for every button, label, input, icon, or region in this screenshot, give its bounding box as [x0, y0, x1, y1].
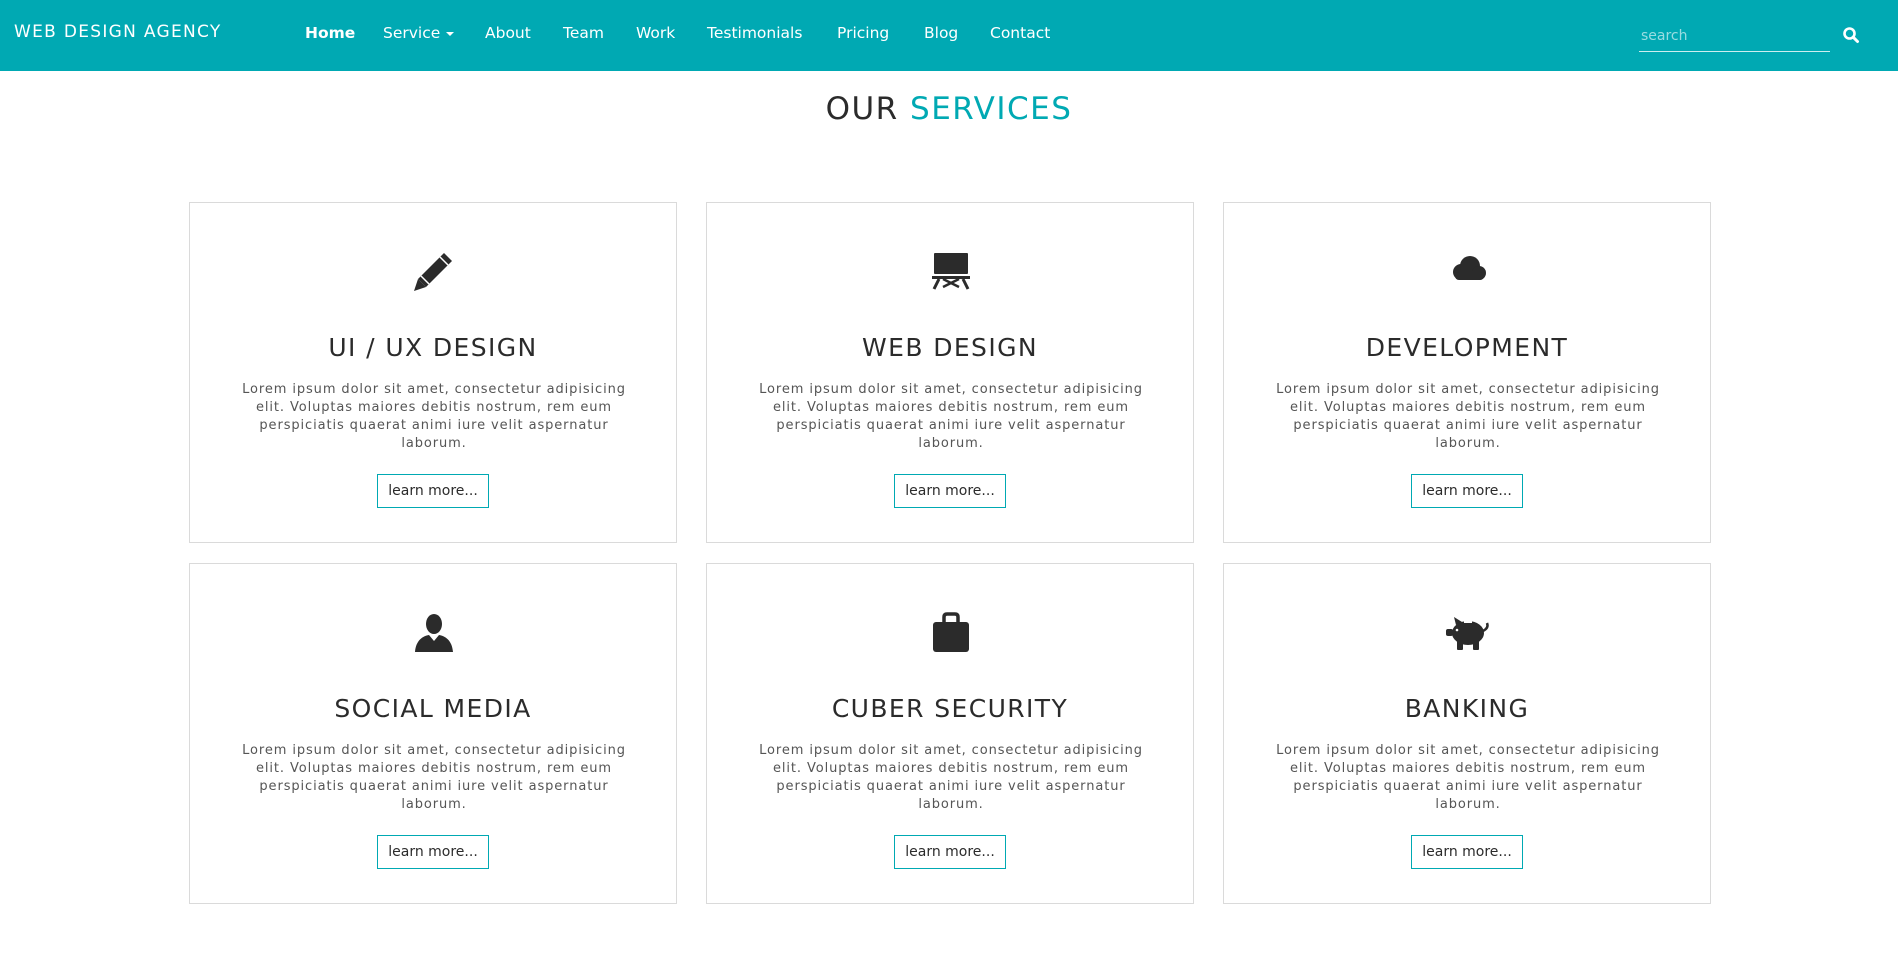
search-input[interactable] — [1639, 20, 1830, 52]
service-card-title: CUBER SECURITY — [831, 694, 1069, 723]
nav-item-home[interactable]: Home — [305, 24, 355, 42]
nav-item-label: Pricing — [837, 24, 890, 42]
nav-item-about[interactable]: About — [485, 24, 531, 42]
nav-item-label: Testimonials — [707, 24, 803, 42]
nav-item-label: Blog — [924, 24, 959, 42]
blackboard-icon — [925, 245, 977, 297]
service-card-title: BANKING — [1404, 694, 1530, 723]
learn-more-button[interactable]: learn more... — [894, 474, 1006, 508]
service-card-title: DEVELOPMENT — [1365, 333, 1569, 362]
section-title-accent: SERVICES — [910, 91, 1073, 127]
pencil-icon — [408, 245, 460, 297]
service-card-text: Lorem ipsum dolor sit amet, consectetur … — [242, 382, 626, 451]
service-card-social-media: SOCIAL MEDIA Lorem ipsum dolor sit amet,… — [189, 563, 677, 904]
learn-more-button[interactable]: learn more... — [377, 835, 489, 869]
search-icon[interactable] — [1842, 26, 1860, 44]
service-card-ui-ux-design: UI / UX DESIGN Lorem ipsum dolor sit ame… — [189, 202, 677, 543]
nav-item-label: Team — [563, 24, 604, 42]
brand-logo[interactable]: WEB DESIGN AGENCY — [14, 22, 222, 42]
nav-item-label: Service — [383, 24, 441, 42]
briefcase-icon — [925, 606, 977, 658]
service-card-web-design: WEB DESIGN Lorem ipsum dolor sit amet, c… — [706, 202, 1194, 543]
piggy-bank-icon — [1442, 606, 1494, 658]
caret-down-icon — [446, 31, 455, 36]
cloud-icon — [1442, 245, 1494, 297]
section-title: OUR SERVICES — [0, 91, 1898, 127]
service-card-banking: BANKING Lorem ipsum dolor sit amet, cons… — [1223, 563, 1711, 904]
top-navbar: WEB DESIGN AGENCY Home Service About Tea… — [0, 0, 1898, 71]
nav-item-service[interactable]: Service — [383, 24, 455, 42]
service-card-title: SOCIAL MEDIA — [334, 694, 532, 723]
nav-item-blog[interactable]: Blog — [924, 24, 958, 42]
learn-more-button[interactable]: learn more... — [1411, 835, 1523, 869]
learn-more-button[interactable]: learn more... — [377, 474, 489, 508]
user-icon — [408, 606, 460, 658]
nav-item-label: Work — [636, 24, 676, 42]
service-card-title: WEB DESIGN — [862, 333, 1038, 362]
learn-more-button[interactable]: learn more... — [894, 835, 1006, 869]
nav-item-label: About — [485, 24, 531, 42]
service-card-title: UI / UX DESIGN — [328, 333, 538, 362]
service-card-text: Lorem ipsum dolor sit amet, consectetur … — [242, 743, 626, 812]
service-card-text: Lorem ipsum dolor sit amet, consectetur … — [1276, 743, 1660, 812]
nav-item-contact[interactable]: Contact — [990, 24, 1050, 42]
service-card-cuber-security: CUBER SECURITY Lorem ipsum dolor sit ame… — [706, 563, 1194, 904]
nav-item-work[interactable]: Work — [636, 24, 675, 42]
nav-item-testimonials[interactable]: Testimonials — [707, 24, 802, 42]
learn-more-button[interactable]: learn more... — [1411, 474, 1523, 508]
service-card-development: DEVELOPMENT Lorem ipsum dolor sit amet, … — [1223, 202, 1711, 543]
service-card-text: Lorem ipsum dolor sit amet, consectetur … — [759, 743, 1143, 812]
nav-item-label: Contact — [990, 24, 1051, 42]
nav-item-team[interactable]: Team — [563, 24, 604, 42]
section-title-main: OUR — [825, 91, 911, 127]
nav-item-pricing[interactable]: Pricing — [837, 24, 889, 42]
service-card-text: Lorem ipsum dolor sit amet, consectetur … — [759, 382, 1143, 451]
service-card-text: Lorem ipsum dolor sit amet, consectetur … — [1276, 382, 1660, 451]
nav-item-label: Home — [305, 24, 356, 42]
